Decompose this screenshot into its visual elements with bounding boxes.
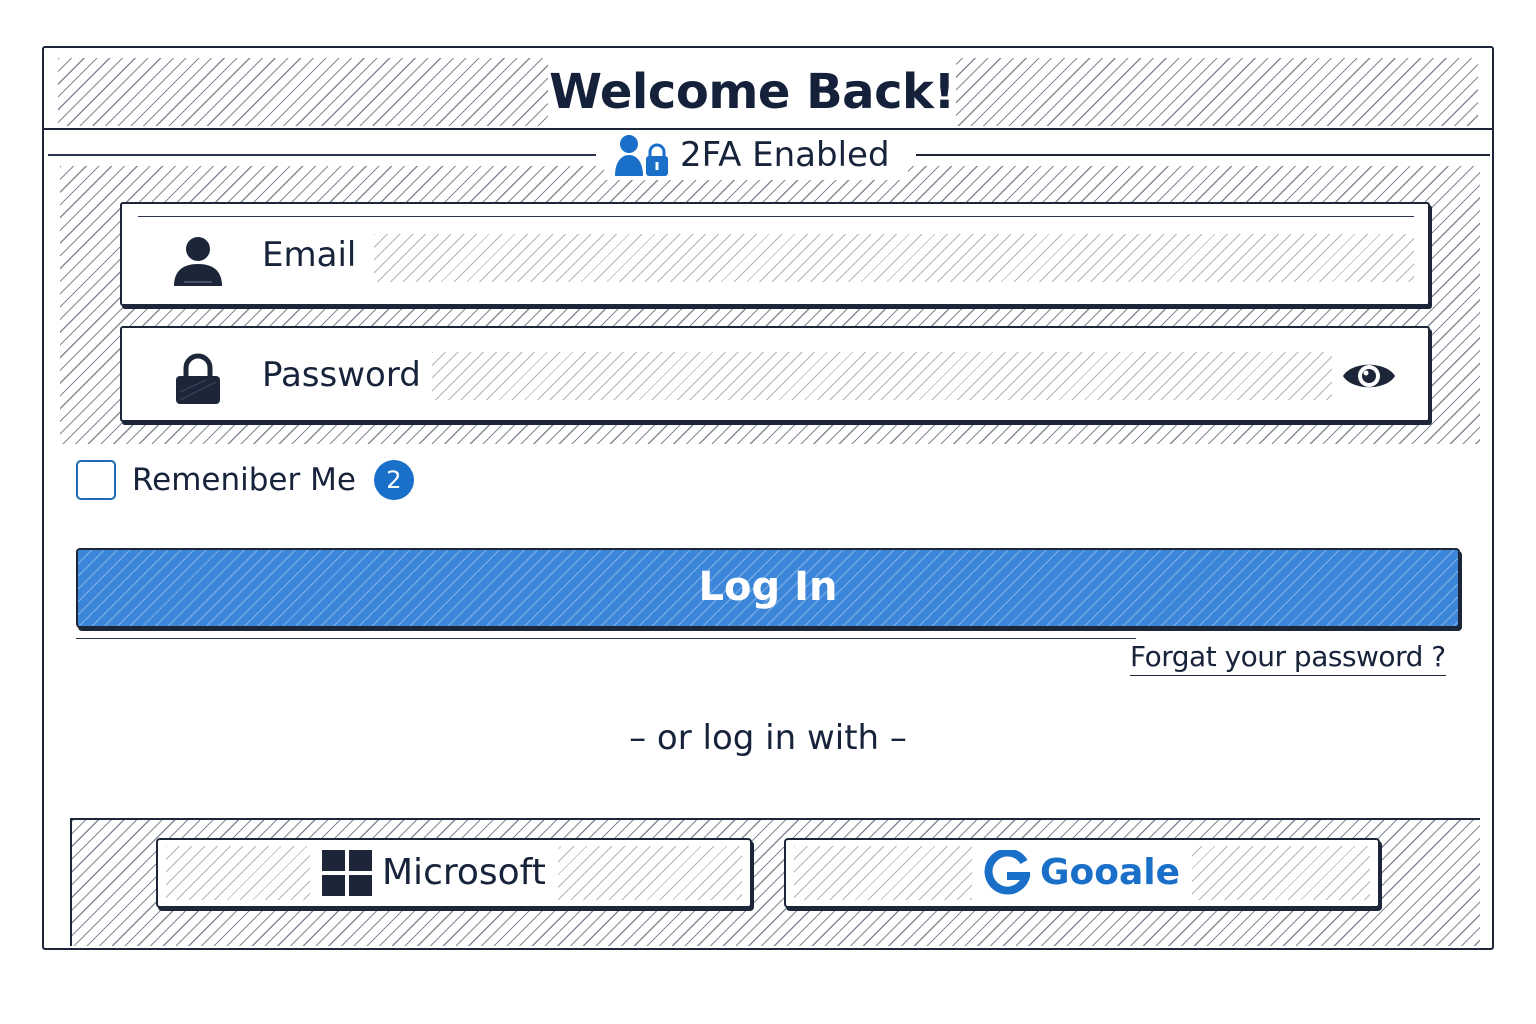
login-underline <box>76 638 1136 639</box>
page-title: Welcome Back! <box>548 58 956 126</box>
google-label: Gooale <box>1040 852 1181 893</box>
remember-me-label[interactable]: Remeniber Me <box>132 462 356 498</box>
windows-logo-icon <box>322 850 372 896</box>
email-field[interactable]: Email <box>120 202 1430 306</box>
eye-icon[interactable] <box>1340 354 1398 398</box>
field-top-rule <box>138 216 1414 217</box>
twofa-label: 2FA Enabled <box>680 135 890 175</box>
remember-me-checkbox[interactable] <box>76 460 116 500</box>
email-label: Email <box>262 235 357 275</box>
twofa-status: 2FA Enabled <box>604 130 908 180</box>
password-field[interactable]: Password <box>120 326 1430 422</box>
login-button[interactable]: Log In <box>76 548 1460 628</box>
google-label-group: Gooale <box>972 846 1193 900</box>
email-input[interactable] <box>374 234 1414 282</box>
google-login-button[interactable]: Gooale <box>784 838 1380 908</box>
microsoft-label: Microsoft <box>382 852 546 893</box>
google-g-icon <box>984 850 1030 895</box>
twofa-divider-right <box>916 154 1490 156</box>
forgot-password-link[interactable]: Forgat your password ? <box>1130 640 1446 676</box>
password-label: Password <box>262 355 421 395</box>
remember-me-row: Remeniber Me 2 <box>76 460 414 500</box>
user-lock-icon <box>615 135 668 176</box>
twofa-divider-left <box>48 154 596 156</box>
count-badge: 2 <box>373 460 414 500</box>
microsoft-label-group: Microsoft <box>310 846 558 900</box>
user-icon <box>174 237 222 286</box>
lock-icon <box>176 353 220 404</box>
social-divider-text: – or log in with – <box>629 718 907 758</box>
microsoft-login-button[interactable]: Microsoft <box>156 838 752 908</box>
password-input[interactable] <box>432 352 1332 400</box>
